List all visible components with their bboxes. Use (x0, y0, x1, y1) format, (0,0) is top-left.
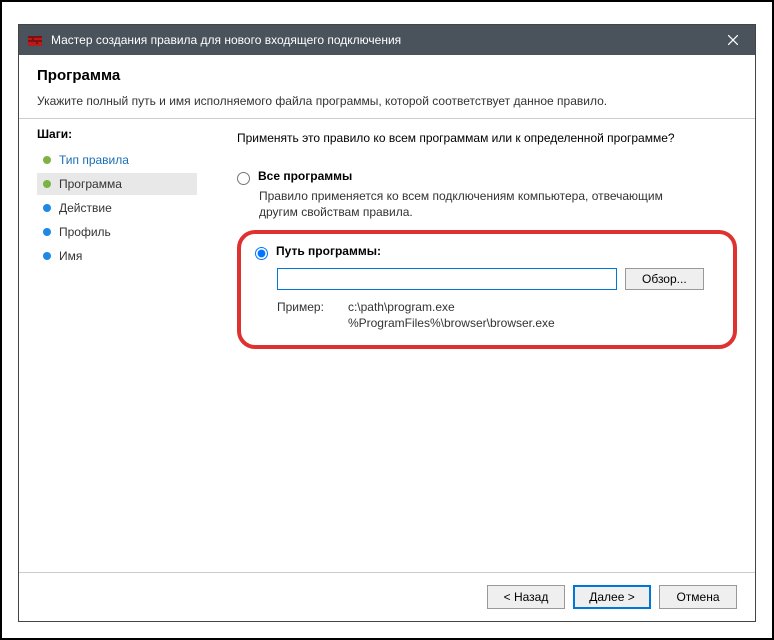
body-area: Шаги: Тип правила Программа Действие Про… (19, 119, 755, 572)
content-area: Применять это правило ко всем программам… (207, 127, 755, 572)
program-path-input[interactable] (277, 268, 617, 290)
step-label: Тип правила (59, 153, 129, 167)
step-label: Программа (59, 177, 122, 191)
bullet-icon (43, 228, 51, 236)
outer-frame: Мастер создания правила для нового входя… (0, 0, 774, 640)
cancel-button[interactable]: Отмена (659, 585, 737, 609)
wizard-window: Мастер создания правила для нового входя… (18, 24, 756, 622)
page-subtitle: Укажите полный путь и имя исполняемого ф… (37, 94, 737, 108)
example-label: Пример: (277, 300, 324, 331)
firewall-icon (27, 32, 43, 48)
option-program-path[interactable]: Путь программы: (255, 244, 719, 260)
radio-all-label: Все программы (258, 169, 352, 183)
radio-program-path[interactable] (255, 247, 268, 260)
bullet-icon (43, 252, 51, 260)
radio-all-programs[interactable] (237, 172, 250, 185)
step-program[interactable]: Программа (37, 173, 197, 195)
step-label: Действие (59, 201, 112, 215)
step-action[interactable]: Действие (37, 197, 197, 219)
bullet-icon (43, 180, 51, 188)
step-label: Имя (59, 249, 82, 263)
browse-button[interactable]: Обзор... (625, 268, 704, 290)
step-name[interactable]: Имя (37, 245, 197, 267)
steps-sidebar: Шаги: Тип правила Программа Действие Про… (19, 127, 207, 572)
titlebar: Мастер создания правила для нового входя… (19, 25, 755, 55)
option-all-programs[interactable]: Все программы (237, 169, 737, 185)
bullet-icon (43, 156, 51, 164)
radio-path-label: Путь программы: (276, 244, 381, 258)
step-profile[interactable]: Профиль (37, 221, 197, 243)
footer-buttons: < Назад Далее > Отмена (19, 572, 755, 621)
path-row: Обзор... (277, 268, 719, 290)
example-row: Пример: c:\path\program.exe %ProgramFile… (277, 300, 719, 331)
back-button[interactable]: < Назад (487, 585, 565, 609)
step-rule-type[interactable]: Тип правила (37, 149, 197, 171)
highlight-box: Путь программы: Обзор... Пример: c:\path… (237, 230, 737, 349)
bullet-icon (43, 204, 51, 212)
next-button[interactable]: Далее > (573, 585, 651, 609)
header-area: Программа Укажите полный путь и имя испо… (19, 55, 755, 118)
radio-all-desc: Правило применяется ко всем подключениям… (259, 189, 699, 220)
close-button[interactable] (710, 25, 755, 55)
question-text: Применять это правило ко всем программам… (237, 131, 737, 145)
step-label: Профиль (59, 225, 111, 239)
window-title: Мастер создания правила для нового входя… (51, 33, 710, 47)
page-title: Программа (37, 67, 737, 84)
example-text: c:\path\program.exe %ProgramFiles%\brows… (348, 300, 555, 331)
steps-heading: Шаги: (37, 127, 197, 141)
